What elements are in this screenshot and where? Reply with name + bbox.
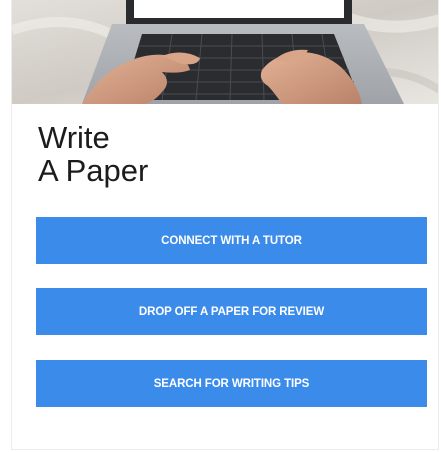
write-a-paper-card: Write A Paper CONNECT WITH A TUTOR DROP …: [11, 0, 439, 450]
hero-image-typing-laptop: [12, 0, 438, 104]
drop-off-paper-button[interactable]: DROP OFF A PAPER FOR REVIEW: [36, 288, 427, 335]
page-title-line-2: A Paper: [38, 153, 149, 188]
search-writing-tips-button[interactable]: SEARCH FOR WRITING TIPS: [36, 360, 427, 407]
page-title: Write A Paper: [38, 121, 148, 187]
connect-with-tutor-button[interactable]: CONNECT WITH A TUTOR: [36, 217, 427, 264]
laptop-typing-illustration: [12, 0, 438, 104]
page-title-line-1: Write: [38, 120, 110, 155]
